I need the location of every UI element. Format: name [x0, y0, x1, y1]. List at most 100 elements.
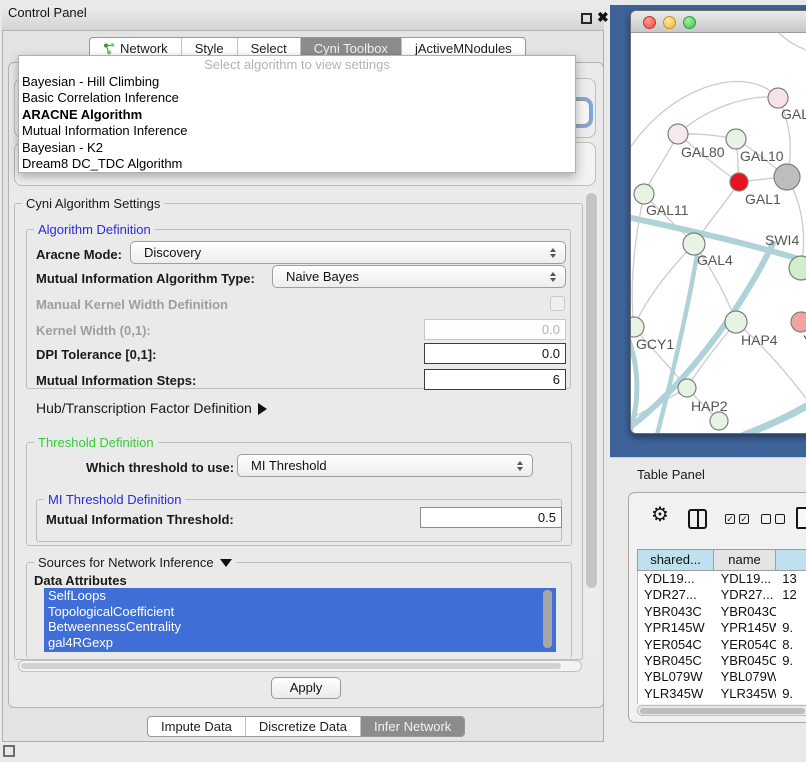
table-header-row: shared...name	[637, 549, 806, 571]
network-node-gal10[interactable]	[726, 129, 746, 149]
apply-button[interactable]: Apply	[271, 677, 341, 699]
table-row[interactable]: YPR145WYPR145W9.	[638, 620, 806, 636]
aracne-mode-label: Aracne Mode:	[36, 247, 122, 262]
table-cell: 13	[776, 571, 806, 587]
spinner-arrows-icon	[550, 272, 556, 282]
select-all-icon[interactable]: ✓✓	[725, 514, 749, 524]
network-node-y[interactable]	[791, 312, 806, 332]
table-cell: YPR145W	[715, 620, 777, 636]
mi-type-label: Mutual Information Algorithm Type:	[36, 271, 255, 286]
mi-steps-field[interactable]: 6	[424, 369, 566, 390]
tab-label: Select	[251, 41, 287, 56]
dpi-tolerance-field[interactable]: 0.0	[424, 343, 566, 364]
aracne-mode-combo[interactable]: Discovery	[130, 241, 566, 264]
network-node-hap2[interactable]	[678, 379, 696, 397]
kernel-width-field[interactable]: 0.0	[424, 319, 566, 340]
panel-scrollbar-thumb[interactable]	[586, 193, 597, 588]
network-node-gal1[interactable]	[730, 173, 748, 191]
network-node[interactable]	[710, 412, 728, 430]
attribute-list-item[interactable]: gal4RGexp	[44, 635, 556, 651]
table-row[interactable]: YBL079WYBL079W	[638, 669, 806, 685]
table-row[interactable]: YDR27...YDR27...12	[638, 587, 806, 603]
bottom-tab-infer-network[interactable]: Infer Network	[361, 717, 464, 736]
network-view-window[interactable]: GALGAL80GAL10GAL1GAL11GAL4SWI4GCY1HAP4YH…	[630, 10, 806, 434]
tab-label: Network	[120, 41, 168, 56]
data-attributes-list[interactable]: SelfLoopsTopologicalCoefficientBetweenne…	[44, 588, 556, 652]
mi-threshold-legend: MI Threshold Definition	[44, 492, 185, 507]
network-node-label: SWI4	[765, 232, 799, 248]
zoom-traffic-light-icon[interactable]	[683, 16, 696, 29]
network-window-titlebar[interactable]	[631, 11, 806, 33]
network-node-gal[interactable]	[768, 88, 788, 108]
table-row[interactable]: YDL19...YDL19...13	[638, 571, 806, 587]
dropdown-option[interactable]: Bayesian - Hill Climbing	[19, 74, 575, 90]
table-cell: YIL052C	[638, 702, 715, 704]
network-node-gcy1[interactable]	[631, 317, 644, 337]
table-row[interactable]: YIL052CYIL052C9.	[638, 702, 806, 704]
deselect-all-icon[interactable]	[761, 514, 785, 524]
mi-type-combo[interactable]: Naive Bayes	[272, 265, 566, 288]
network-graph: GALGAL80GAL10GAL1GAL11GAL4SWI4GCY1HAP4YH…	[631, 33, 806, 434]
network-node-label: GAL80	[681, 144, 725, 160]
network-node-gal11[interactable]	[634, 184, 654, 204]
panel-horizontal-scrollbar[interactable]	[18, 660, 582, 672]
float-panel-icon[interactable]	[581, 13, 592, 24]
table-row[interactable]: YER054CYER054C8.	[638, 637, 806, 653]
dropdown-option[interactable]: Basic Correlation Inference	[19, 90, 575, 106]
table-cell: YLR345W	[715, 686, 777, 702]
tab-label: Cyni Toolbox	[314, 41, 388, 56]
bottom-tab-discretize-data[interactable]: Discretize Data	[246, 717, 361, 736]
attribute-list-item[interactable]: SelfLoops	[44, 588, 556, 604]
dropdown-option[interactable]: Dream8 DC_TDC Algorithm	[19, 156, 575, 172]
minimize-traffic-light-icon[interactable]	[663, 16, 676, 29]
collapse-down-arrow-icon[interactable]	[220, 559, 232, 567]
network-node-label: GAL1	[745, 191, 781, 207]
table-row[interactable]: YBR045CYBR045C9.	[638, 653, 806, 669]
table-cell: 12	[776, 587, 806, 603]
table-scrollbar-thumb[interactable]	[640, 708, 805, 714]
dropdown-option[interactable]: ARACNE Algorithm	[19, 107, 575, 123]
network-node-label: GCY1	[636, 336, 674, 352]
table-column-header[interactable]	[776, 549, 806, 571]
manual-kernel-checkbox[interactable]	[550, 296, 565, 311]
dropdown-option[interactable]: Bayesian - K2	[19, 140, 575, 156]
network-canvas[interactable]: GALGAL80GAL10GAL1GAL11GAL4SWI4GCY1HAP4YH…	[631, 33, 806, 434]
panel-vertical-scrollbar[interactable]	[585, 190, 599, 655]
table-row[interactable]: YLR345WYLR345W9.	[638, 686, 806, 702]
mi-threshold-field[interactable]: 0.5	[420, 507, 562, 528]
table-row[interactable]: YBR043CYBR043C	[638, 604, 806, 620]
aracne-mode-value: Discovery	[144, 245, 201, 260]
expander-right-arrow-icon[interactable]	[258, 403, 267, 415]
attribute-list-item[interactable]: TopologicalCoefficient	[44, 604, 556, 620]
network-node-hap4[interactable]	[725, 311, 747, 333]
document-icon[interactable]	[796, 507, 806, 529]
network-node-label: HAP2	[691, 398, 728, 414]
table-cell: YPR145W	[638, 620, 715, 636]
close-panel-icon[interactable]: ✖	[597, 9, 609, 26]
table-column-header[interactable]: name	[714, 549, 776, 571]
horizontal-scrollbar-thumb[interactable]	[21, 663, 561, 669]
table-column-header[interactable]: shared...	[637, 549, 714, 571]
network-node-label: GAL4	[697, 252, 733, 268]
mi-type-value: Naive Bayes	[286, 269, 359, 284]
bottom-tab-impute-data[interactable]: Impute Data	[148, 717, 246, 736]
gear-icon[interactable]: ⚙	[651, 505, 669, 525]
hub-definition-expander[interactable]: Hub/Transcription Factor Definition	[36, 400, 267, 416]
tab-label: Infer Network	[374, 719, 451, 734]
network-node[interactable]	[774, 164, 800, 190]
node-table: shared...name YDL19...YDL19...13YDR27...…	[637, 549, 806, 704]
sources-legend[interactable]: Sources for Network Inference	[34, 555, 236, 570]
network-node-gal80[interactable]	[668, 124, 688, 144]
split-view-icon[interactable]	[688, 509, 707, 529]
table-horizontal-scrollbar[interactable]	[637, 705, 806, 716]
table-cell: YBL079W	[715, 669, 777, 685]
which-threshold-combo[interactable]: MI Threshold	[237, 454, 533, 477]
attribute-list-item[interactable]: BetweennessCentrality	[44, 619, 556, 635]
table-cell: YER054C	[715, 637, 777, 653]
network-edge	[632, 194, 644, 327]
close-traffic-light-icon[interactable]	[643, 16, 656, 29]
panel-corner-icon[interactable]	[3, 745, 15, 757]
split-view-divider	[697, 511, 699, 527]
attribute-list-scrollbar[interactable]	[543, 590, 552, 648]
dropdown-option[interactable]: Mutual Information Inference	[19, 123, 575, 139]
